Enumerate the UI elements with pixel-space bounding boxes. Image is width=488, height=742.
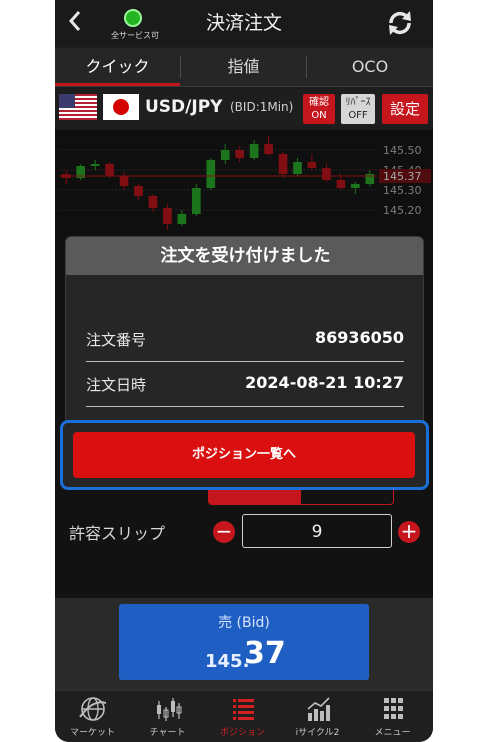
nav-label: マーケット — [69, 728, 115, 738]
order-datetime-label: 注文日時 — [86, 376, 147, 394]
order-number-row: 注文番号 86936050 — [86, 317, 404, 362]
repeat-state: OFF — [348, 110, 368, 121]
slip-decrement-button[interactable]: − — [213, 521, 235, 543]
candlestick-icon — [156, 698, 181, 721]
slip-label: 許容スリップ — [69, 524, 166, 543]
order-area: 売 (Bid) 145. 37 — [55, 598, 433, 690]
bottom-navigation: マーケット チャート ポジション iサイクル2 メニュー — [55, 690, 433, 742]
go-to-positions-button[interactable]: ポジション一覧へ — [73, 432, 415, 478]
confirm-toggle-button[interactable]: 確認 ON — [303, 94, 335, 124]
grid-icon — [383, 698, 403, 719]
refresh-button[interactable] — [383, 6, 417, 40]
confirm-label: 確認 — [309, 97, 329, 108]
slip-increment-button[interactable]: + — [398, 521, 420, 543]
chevron-left-icon — [68, 11, 81, 31]
settings-button[interactable]: 設定 — [382, 94, 428, 124]
header-bar: 全サービス可 決済注文 — [55, 0, 433, 44]
order-number-label: 注文番号 — [86, 331, 147, 349]
slip-input[interactable]: 9 — [242, 514, 392, 548]
back-button[interactable] — [65, 8, 85, 34]
sell-label: 売 (Bid) — [218, 615, 270, 631]
tab-quick[interactable]: クイック — [55, 48, 180, 86]
list-icon — [232, 699, 254, 720]
jp-flag-icon — [103, 94, 139, 120]
app-screen: 全サービス可 決済注文 クイック 指値 OCO USD/JPY (BID:1Mi… — [55, 0, 433, 742]
tab-limit[interactable]: 指値 — [181, 48, 306, 86]
cta-highlight: ポジション一覧へ — [60, 420, 429, 490]
currency-pair[interactable]: USD/JPY — [145, 97, 222, 117]
currency-pair-row: USD/JPY (BID:1Min) 確認 ON ﾘﾊﾟｰｽ OFF 設定 — [55, 90, 433, 126]
repeat-label: ﾘﾊﾟｰｽ — [345, 97, 371, 108]
tab-oco[interactable]: OCO — [307, 48, 433, 86]
globe-icon — [78, 697, 106, 721]
nav-position[interactable]: ポジション — [205, 695, 280, 741]
dialog-title: 注文を受け付けました — [66, 237, 423, 275]
repeat-toggle-button[interactable]: ﾘﾊﾟｰｽ OFF — [341, 94, 375, 124]
service-status-icon — [124, 9, 142, 27]
page-title: 決済注文 — [205, 12, 282, 34]
confirm-state: ON — [311, 110, 327, 121]
nav-icycle[interactable]: iサイクル2 — [280, 695, 355, 741]
sell-bid-button[interactable]: 売 (Bid) 145. 37 — [119, 604, 369, 680]
order-type-tabs: クイック 指値 OCO — [55, 48, 433, 87]
bid-price-pips: 37 — [244, 636, 286, 671]
order-datetime-value: 2024-08-21 10:27 — [245, 373, 404, 392]
nav-label: ポジション — [219, 728, 265, 738]
line-chart-icon — [306, 697, 330, 721]
us-flag-icon — [59, 94, 97, 120]
bid-price-prefix: 145. — [205, 651, 250, 672]
nav-label: チャート — [149, 728, 186, 738]
nav-chart[interactable]: チャート — [130, 695, 205, 741]
nav-menu[interactable]: メニュー — [355, 695, 430, 741]
nav-label: メニュー — [374, 728, 411, 738]
chart-interval-label: (BID:1Min) — [230, 100, 294, 114]
order-accepted-dialog: 注文を受け付けました 注文番号 86936050 注文日時 2024-08-21… — [65, 236, 424, 422]
order-datetime-row: 注文日時 2024-08-21 10:27 — [86, 362, 404, 407]
service-status-label: 全サービス可 — [111, 31, 159, 40]
refresh-icon — [389, 11, 411, 35]
order-number-value: 86936050 — [314, 328, 404, 347]
nav-market[interactable]: マーケット — [55, 695, 130, 741]
nav-label: iサイクル2 — [295, 728, 340, 738]
